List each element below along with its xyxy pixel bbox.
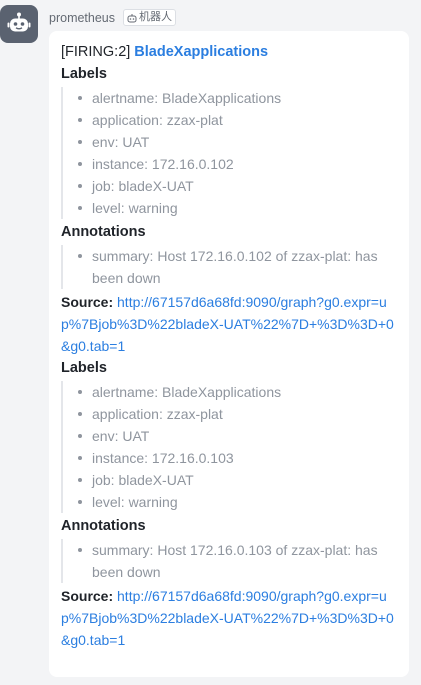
label-item: level: warning bbox=[69, 491, 397, 513]
label-item: env: UAT bbox=[69, 131, 397, 153]
alert-status: [FIRING:2] bbox=[61, 44, 131, 60]
source-line: Source: http://67157d6a68fd:9090/graph?g… bbox=[61, 291, 397, 357]
labels-heading: Labels bbox=[61, 360, 107, 376]
labels-heading: Labels bbox=[61, 66, 107, 82]
annotations-list: summary: Host 172.16.0.103 of zzax-plat:… bbox=[61, 539, 397, 583]
annotations-list: summary: Host 172.16.0.102 of zzax-plat:… bbox=[61, 245, 397, 289]
alert-title-link[interactable]: BladeXapplications bbox=[134, 44, 268, 60]
robot-icon bbox=[7, 12, 31, 32]
label-item: level: warning bbox=[69, 197, 397, 219]
source-line: Source: http://67157d6a68fd:9090/graph?g… bbox=[61, 585, 397, 651]
source-label: Source: bbox=[61, 588, 114, 604]
avatar[interactable] bbox=[0, 5, 38, 43]
label-item: application: zzax-plat bbox=[69, 403, 397, 425]
label-item: job: bladeX-UAT bbox=[69, 175, 397, 197]
label-item: alertname: BladeXapplications bbox=[69, 381, 397, 403]
alert-block: Labels alertname: BladeXapplications app… bbox=[61, 357, 397, 651]
robot-icon bbox=[127, 13, 137, 22]
label-item: env: UAT bbox=[69, 425, 397, 447]
message-sender: prometheus 机器人 bbox=[49, 9, 177, 26]
label-item: alertname: BladeXapplications bbox=[69, 87, 397, 109]
label-item: instance: 172.16.0.103 bbox=[69, 447, 397, 469]
alert-header: [FIRING:2] BladeXapplications bbox=[61, 41, 397, 63]
sender-name[interactable]: prometheus bbox=[49, 11, 115, 25]
annotations-heading: Annotations bbox=[61, 518, 146, 534]
annotation-item: summary: Host 172.16.0.102 of zzax-plat:… bbox=[69, 245, 397, 289]
alert-block: Labels alertname: BladeXapplications app… bbox=[61, 63, 397, 357]
labels-list: alertname: BladeXapplications applicatio… bbox=[61, 381, 397, 513]
label-item: application: zzax-plat bbox=[69, 109, 397, 131]
label-item: instance: 172.16.0.102 bbox=[69, 153, 397, 175]
bot-tag: 机器人 bbox=[123, 9, 177, 26]
message-card: [FIRING:2] BladeXapplications Labels aler… bbox=[49, 31, 409, 677]
labels-list: alertname: BladeXapplications applicatio… bbox=[61, 87, 397, 219]
label-item: job: bladeX-UAT bbox=[69, 469, 397, 491]
source-label: Source: bbox=[61, 294, 114, 310]
annotation-item: summary: Host 172.16.0.103 of zzax-plat:… bbox=[69, 539, 397, 583]
annotations-heading: Annotations bbox=[61, 224, 146, 240]
bot-tag-label: 机器人 bbox=[139, 11, 173, 23]
